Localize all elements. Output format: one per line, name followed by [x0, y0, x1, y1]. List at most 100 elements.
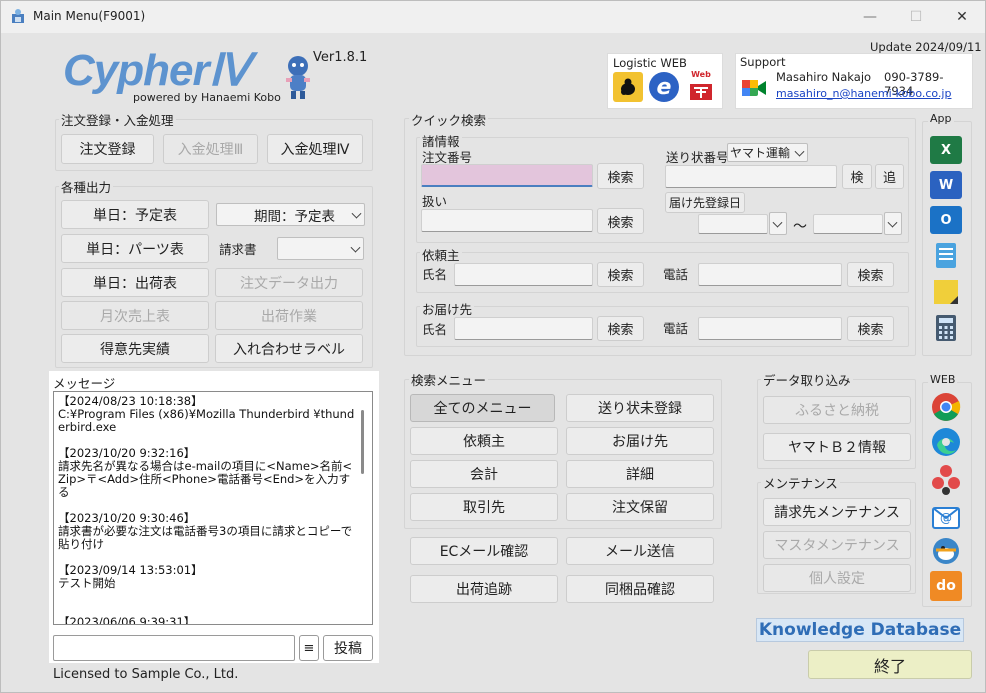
tracking-search-button[interactable]: 検 — [842, 164, 872, 189]
tracking-input[interactable] — [665, 165, 837, 188]
meet-icon[interactable] — [740, 74, 768, 102]
client-phone-search-button[interactable]: 検索 — [847, 262, 894, 287]
do-icon[interactable]: do — [930, 571, 962, 601]
master-maintenance-button[interactable]: マスタメンテナンス — [763, 531, 911, 559]
message-panel: メッセージ 【2024/08/23 10:18:38】 C:¥Program F… — [49, 371, 379, 663]
minimize-button[interactable]: — — [847, 1, 893, 33]
date-to-picker[interactable] — [884, 212, 902, 235]
recipient-name-search-button[interactable]: 検索 — [597, 316, 644, 341]
accounting-button[interactable]: 会計 — [410, 460, 558, 488]
yamato-icon[interactable] — [613, 72, 643, 102]
invoice-label: 請求書 — [219, 242, 257, 257]
daily-shipping-button[interactable]: 単日：出荷表 — [61, 268, 209, 297]
chrome-icon[interactable] — [930, 392, 962, 422]
tracking-label: 送り状番号 — [666, 150, 729, 165]
daily-plan-button[interactable]: 単日：予定表 — [61, 200, 209, 229]
order-group-label: 注文登録・入金処理 — [59, 110, 176, 129]
order-hold-button[interactable]: 注文保留 — [566, 493, 714, 521]
edge-icon[interactable] — [930, 426, 962, 458]
chevron-down-icon — [887, 217, 898, 228]
yamato-b2-button[interactable]: ヤマトＢ２情報 — [763, 433, 911, 461]
recipient-phone-search-button[interactable]: 検索 — [847, 316, 894, 341]
handling-search-button[interactable]: 検索 — [597, 208, 644, 234]
personal-settings-button[interactable]: 個人設定 — [763, 564, 911, 592]
client-name-label: 氏名 — [422, 267, 448, 282]
sticky-notes-icon[interactable] — [930, 278, 962, 306]
main-window: Main Menu(F9001) — ☐ ✕ CypherⅣ powered b… — [0, 0, 986, 693]
app-icon — [12, 9, 24, 23]
order-data-export-button[interactable]: 注文データ出力 — [215, 268, 363, 297]
notepad-icon[interactable] — [930, 241, 962, 269]
message-scrollbar[interactable] — [361, 410, 364, 474]
post-button[interactable]: 投稿 — [323, 635, 373, 661]
tracking-add-button[interactable]: 追 — [875, 164, 904, 189]
date-from-picker[interactable] — [769, 212, 787, 235]
exit-button[interactable]: 終了 — [808, 650, 972, 679]
ecohai-icon[interactable]: e — [649, 72, 679, 102]
maximize-button[interactable]: ☐ — [893, 1, 939, 33]
furusato-button[interactable]: ふるさと納税 — [763, 396, 911, 424]
client-menu-button[interactable]: 依頼主 — [410, 427, 558, 455]
client-name-input[interactable] — [454, 263, 593, 286]
flower-icon[interactable] — [930, 463, 962, 495]
recipient-menu-button[interactable]: お届け先 — [566, 427, 714, 455]
chevron-down-icon — [794, 146, 805, 157]
support-email-link[interactable]: masahiro_n@hanemi-kobo.co.jp — [776, 87, 951, 100]
mail-at-icon[interactable]: @ — [930, 500, 962, 530]
close-button[interactable]: ✕ — [939, 1, 985, 33]
shipping-work-button[interactable]: 出荷作業 — [215, 301, 363, 330]
recipient-name-label: 氏名 — [422, 322, 448, 337]
knowledge-database-button[interactable]: Knowledge Database — [756, 618, 964, 642]
version-label: Ver1.8.1 — [313, 50, 368, 65]
date-from-input[interactable] — [698, 214, 768, 234]
all-menu-button[interactable]: 全てのメニュー — [410, 394, 555, 422]
customer-results-button[interactable]: 得意先実績 — [61, 334, 209, 363]
ec-mail-button[interactable]: ECメール確認 — [410, 537, 558, 565]
duck-icon[interactable] — [930, 536, 962, 566]
outlook-icon[interactable]: O — [930, 206, 962, 234]
invoice-select[interactable] — [277, 237, 364, 260]
title-bar: Main Menu(F9001) — ☐ ✕ — [1, 1, 985, 33]
output-group-label: 各種出力 — [59, 177, 114, 196]
daily-parts-button[interactable]: 単日：パーツ表 — [61, 234, 209, 263]
quick-search-label: クイック検索 — [409, 110, 489, 129]
monthly-sales-button[interactable]: 月次売上表 — [61, 301, 209, 330]
handling-input[interactable] — [421, 209, 593, 232]
carrier-select-value: ヤマト運輸 — [730, 146, 791, 160]
order-register-button[interactable]: 注文登録 — [61, 134, 154, 164]
message-log[interactable]: 【2024/08/23 10:18:38】 C:¥Program Files (… — [53, 391, 373, 625]
excel-icon[interactable]: X — [930, 136, 962, 164]
web-label: WEB — [928, 373, 958, 386]
client-phone-input[interactable] — [698, 263, 842, 286]
untracked-button[interactable]: 送り状未登録 — [566, 394, 714, 422]
destination-date-button[interactable]: 届け先登録日 — [665, 192, 745, 213]
japan-post-icon[interactable]: Web — [685, 70, 717, 102]
date-range-tilde: ～ — [793, 219, 807, 235]
logistic-web-label: Logistic WEB — [613, 56, 687, 70]
calculator-icon[interactable] — [930, 314, 962, 342]
message-input[interactable] — [53, 635, 295, 661]
insert-label-button[interactable]: 入れ合わせラベル — [215, 334, 363, 363]
japan-post-caption: Web — [691, 70, 711, 79]
message-menu-button[interactable]: ≡ — [299, 635, 319, 661]
details-button[interactable]: 詳細 — [566, 460, 714, 488]
payment-3-button[interactable]: 入金処理Ⅲ — [163, 134, 258, 164]
client-name-search-button[interactable]: 検索 — [597, 262, 644, 287]
order-number-input[interactable] — [421, 164, 593, 187]
period-plan-select[interactable]: 期間：予定表 — [216, 203, 365, 226]
word-icon[interactable]: W — [930, 171, 962, 199]
recipient-name-input[interactable] — [454, 317, 593, 340]
business-partner-button[interactable]: 取引先 — [410, 493, 558, 521]
payment-4-button[interactable]: 入金処理Ⅳ — [267, 134, 363, 164]
recipient-phone-input[interactable] — [698, 317, 842, 340]
shipment-tracking-button[interactable]: 出荷追跡 — [410, 575, 558, 603]
bundle-check-button[interactable]: 同梱品確認 — [566, 575, 714, 603]
billing-maintenance-button[interactable]: 請求先メンテナンス — [763, 498, 911, 526]
maintenance-label: メンテナンス — [761, 473, 840, 492]
logistic-web-panel: Logistic WEB e Web — [607, 53, 723, 109]
mail-send-button[interactable]: メール送信 — [566, 537, 714, 565]
date-to-input[interactable] — [813, 214, 883, 234]
handling-label: 扱い — [422, 194, 448, 209]
carrier-select[interactable]: ヤマト運輸 — [727, 143, 808, 162]
order-number-search-button[interactable]: 検索 — [597, 163, 644, 189]
